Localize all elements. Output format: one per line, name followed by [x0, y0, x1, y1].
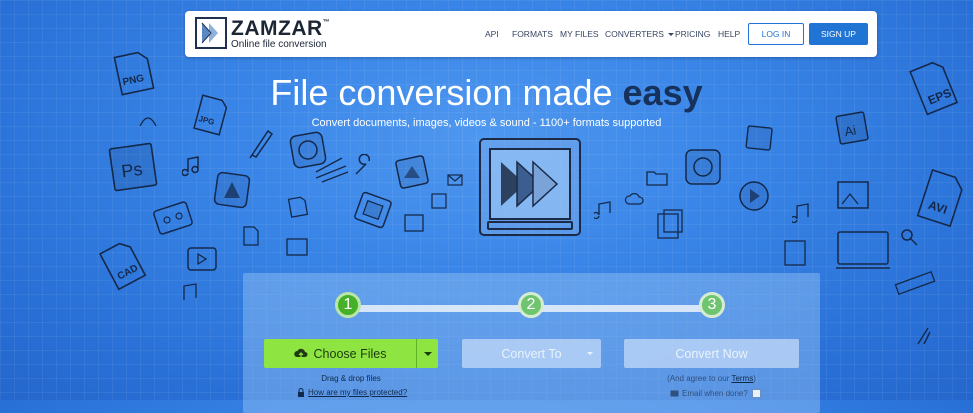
triangle-app-icon: [210, 168, 254, 212]
photo-small-icon: [402, 212, 426, 234]
camera-icon: [780, 236, 812, 270]
hero-title: File conversion made easy: [270, 72, 703, 113]
agree-terms-text: (And agree to our Terms): [667, 374, 756, 383]
nav-api[interactable]: API: [485, 29, 499, 39]
ruler-icon: [892, 266, 938, 302]
cad-file-icon: CAD: [98, 238, 150, 292]
doc-icon: [284, 194, 310, 220]
cloud-upload-icon: [293, 348, 308, 359]
music-right-icon: [594, 200, 616, 220]
refresh-app-icon: [680, 144, 726, 190]
login-button[interactable]: LOG IN: [748, 23, 804, 45]
convert-to-select[interactable]: Convert To: [462, 339, 601, 368]
choose-files-dropdown-toggle[interactable]: [416, 339, 439, 368]
svg-text:Ps: Ps: [120, 159, 144, 182]
nav-converters[interactable]: CONVERTERS: [605, 29, 674, 39]
email-when-done-row: Email when done?: [670, 389, 761, 399]
photo-icon: [284, 236, 310, 258]
nav-my-files[interactable]: MY FILES: [560, 29, 599, 39]
email-when-done-checkbox[interactable]: [751, 389, 761, 399]
chevron-down-icon: [587, 352, 593, 355]
terms-link[interactable]: Terms: [731, 374, 753, 383]
monitor-icon: [832, 226, 896, 276]
play-circle-icon: [734, 176, 774, 216]
step-2-indicator: 2: [518, 292, 544, 318]
brand-name[interactable]: ZAMZAR™: [231, 17, 330, 41]
choose-files-button-group: Choose Files: [264, 339, 438, 368]
pencil-icon: [246, 125, 276, 159]
fast-forward-screen-illustration: [479, 138, 581, 236]
wrench-icon: [352, 154, 376, 178]
step-3-indicator: 3: [699, 292, 725, 318]
notes-icon: [312, 152, 352, 186]
converter-panel: 1 2 3 Choose Files Convert To Convert No…: [243, 273, 820, 413]
convert-now-button[interactable]: Convert Now: [624, 339, 799, 368]
cassette-icon: [150, 198, 196, 238]
envelope-icon: [446, 172, 464, 188]
cloud-small-icon: [624, 192, 646, 208]
pliers-icon: [912, 318, 938, 348]
music-small-icon: [178, 280, 202, 306]
svg-text:AVI: AVI: [927, 198, 950, 217]
choose-files-button[interactable]: Choose Files: [264, 339, 416, 368]
brand-tagline: Online file conversion: [231, 39, 327, 50]
photoshop-file-icon: Ps: [104, 140, 162, 196]
nav-formats[interactable]: FORMATS: [512, 29, 553, 39]
clip-doc-icon: [652, 206, 688, 242]
folder-icon: [644, 166, 670, 188]
image-frame-icon: [392, 152, 432, 192]
chevron-down-icon: [667, 33, 674, 37]
picture-frame-icon: [834, 178, 876, 214]
top-navbar: ZAMZAR™ Online file conversion API FORMA…: [185, 11, 877, 57]
nav-help[interactable]: HELP: [718, 29, 740, 39]
signup-button[interactable]: SIGN UP: [809, 23, 868, 45]
step-1-indicator: 1: [335, 292, 361, 318]
film-strip-icon: [352, 190, 394, 230]
caret-down-icon: [424, 351, 432, 356]
music-far-icon: [792, 202, 814, 224]
tiny-image-icon: [430, 192, 448, 210]
files-protected-link[interactable]: How are my files protected?: [308, 388, 407, 397]
drag-drop-hint: Drag & drop files: [321, 374, 381, 383]
avi-file-icon: AVI: [912, 168, 970, 230]
lock-icon: [298, 388, 304, 398]
music-note-icon: [182, 155, 204, 177]
envelope-icon: [670, 390, 679, 397]
nav-pricing[interactable]: PRICING: [675, 29, 710, 39]
zamzar-logo-icon[interactable]: [195, 17, 227, 49]
video-play-icon: [184, 244, 220, 274]
files-protected-link-row: How are my files protected?: [297, 388, 407, 398]
hero-subtitle: Convert documents, images, videos & soun…: [311, 117, 662, 129]
magnifier-icon: [898, 226, 920, 248]
small-doc-icon: [240, 224, 262, 248]
